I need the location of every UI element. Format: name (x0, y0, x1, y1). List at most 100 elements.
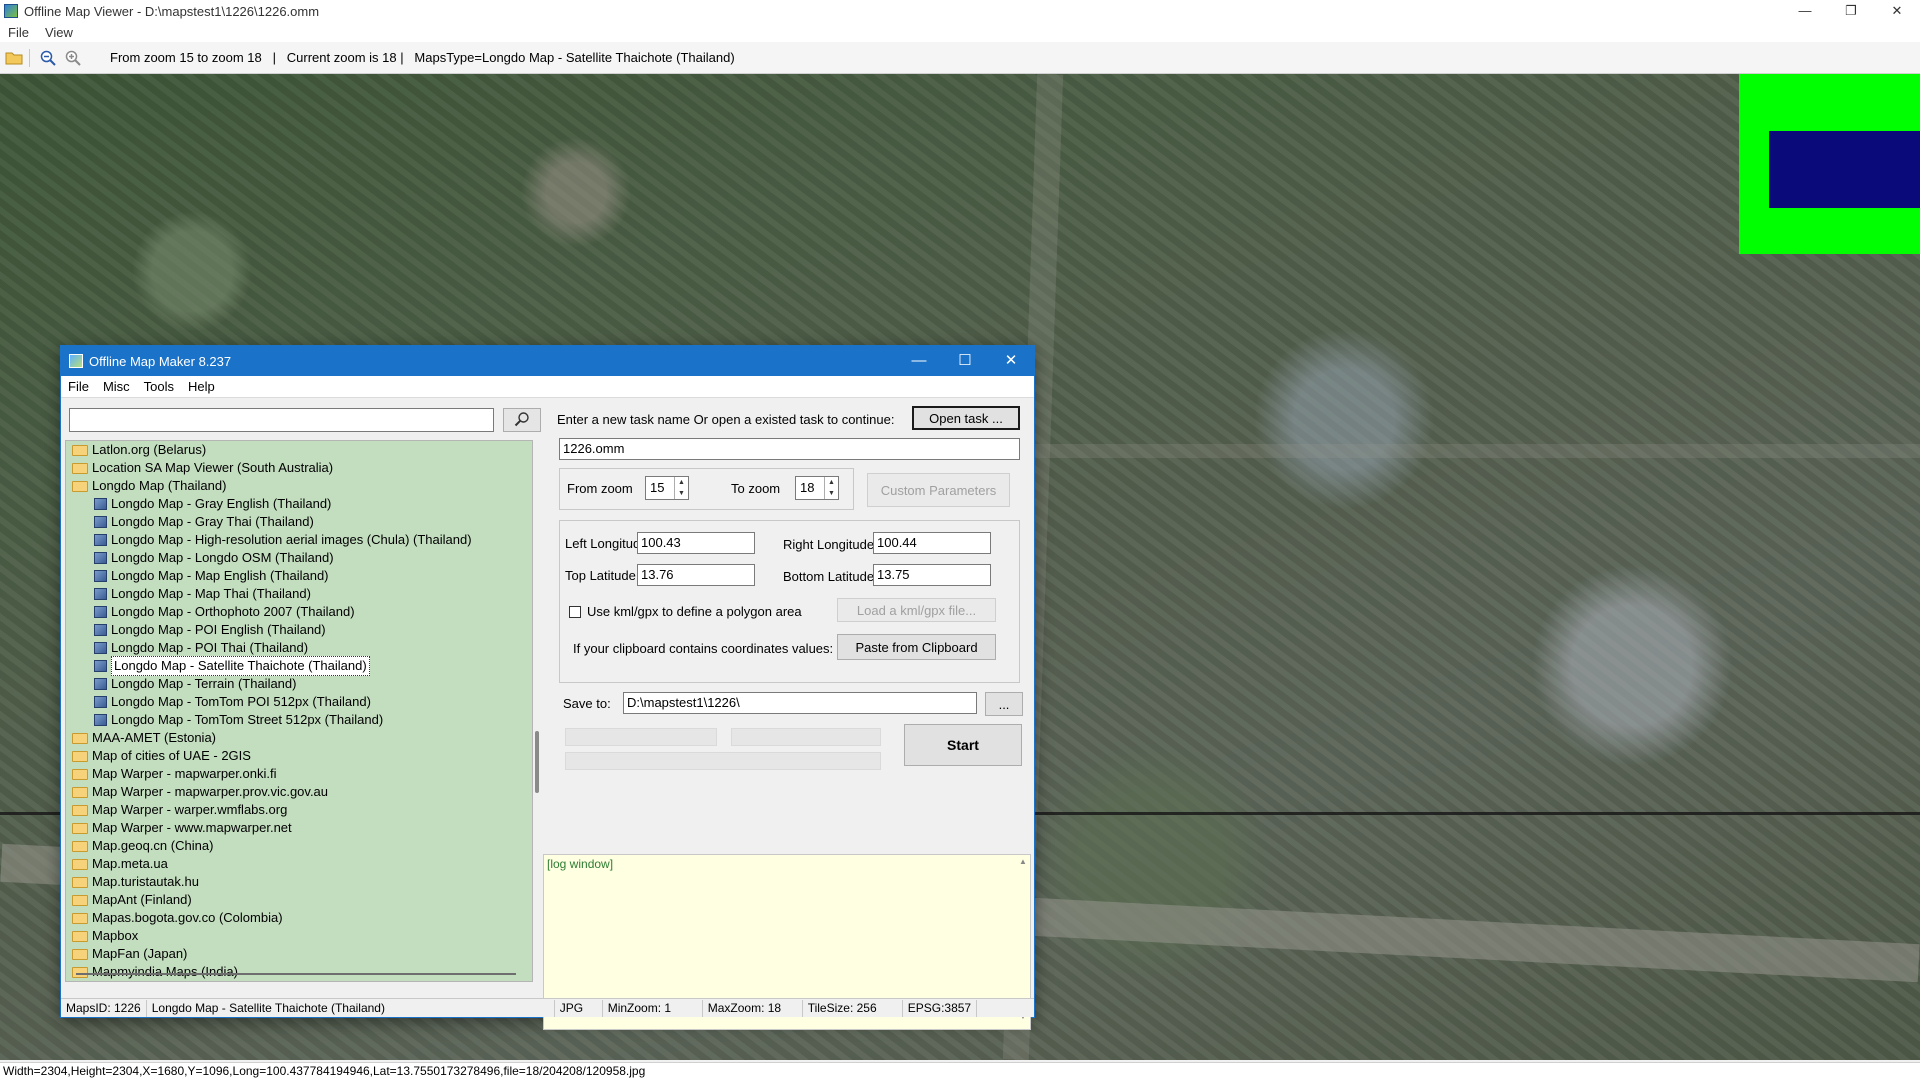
load-kml-button[interactable]: Load a kml/gpx file... (837, 598, 996, 622)
spinner-arrows-icon[interactable]: ▲ ▼ (824, 477, 838, 499)
tree-item-label: Map.geoq.cn (China) (92, 838, 214, 853)
tree-item[interactable]: Mapbox (66, 927, 532, 945)
folder-icon (72, 732, 88, 744)
right-longitude-input[interactable]: 100.44 (873, 532, 991, 554)
tree-item[interactable]: MAA-AMET (Estonia) (66, 729, 532, 747)
task-name-input[interactable]: 1226.omm (559, 438, 1020, 460)
open-task-button[interactable]: Open task ... (912, 406, 1020, 430)
tree-item-label: Mapas.bogota.gov.co (Colombia) (92, 910, 283, 925)
browse-button[interactable]: ... (985, 692, 1023, 716)
folder-open-icon (72, 480, 88, 492)
bottom-latitude-input[interactable]: 13.75 (873, 564, 991, 586)
progress-bar (565, 728, 717, 746)
use-kml-checkbox[interactable] (569, 606, 581, 618)
tree-item-label: Longdo Map - Map English (Thailand) (111, 568, 329, 583)
folder-icon (72, 444, 88, 456)
tree-item[interactable]: Mapas.bogota.gov.co (Colombia) (66, 909, 532, 927)
tree-item[interactable]: Map.meta.ua (66, 855, 532, 873)
restore-button[interactable]: ❐ (1828, 0, 1874, 22)
from-zoom-spinner[interactable]: 15 ▲ ▼ (645, 476, 689, 500)
tree-horizontal-scrollbar[interactable] (76, 973, 516, 975)
tree-item[interactable]: Map of cities of UAE - 2GIS (66, 747, 532, 765)
menu-tools[interactable]: Tools (137, 379, 181, 394)
status-epsg: EPSG:3857 (903, 999, 978, 1017)
dialog-menu-bar: File Misc Tools Help (61, 376, 1034, 398)
viewer-status-bar: Width=2304,Height=2304,X=1680,Y=1096,Lon… (0, 1062, 1920, 1080)
tree-item[interactable]: Longdo Map - Map Thai (Thailand) (66, 585, 532, 603)
tree-item[interactable]: Longdo Map - TomTom POI 512px (Thailand) (66, 693, 532, 711)
menu-help[interactable]: Help (181, 379, 222, 394)
save-path-input[interactable]: D:\mapstest1\1226\ (623, 692, 977, 714)
dialog-title-bar[interactable]: Offline Map Maker 8.237 — ☐ ✕ (61, 346, 1034, 376)
map-layer-icon (94, 624, 107, 636)
minimize-button[interactable]: — (1782, 0, 1828, 22)
search-button[interactable] (503, 408, 541, 432)
tree-item[interactable]: Location SA Map Viewer (South Australia) (66, 459, 532, 477)
tree-item[interactable]: Longdo Map - Gray Thai (Thailand) (66, 513, 532, 531)
search-icon (514, 411, 530, 430)
dialog-close-button[interactable]: ✕ (988, 346, 1034, 376)
map-layer-icon (94, 678, 107, 690)
paste-clipboard-button[interactable]: Paste from Clipboard (837, 634, 996, 660)
tree-item-label: Longdo Map - Gray English (Thailand) (111, 496, 332, 511)
folder-icon (72, 966, 88, 978)
to-zoom-spinner[interactable]: 18 ▲ ▼ (795, 476, 839, 500)
tree-item[interactable]: Longdo Map - Longdo OSM (Thailand) (66, 549, 532, 567)
menu-misc[interactable]: Misc (96, 379, 137, 394)
tree-scrollbar-thumb[interactable] (535, 731, 539, 793)
tree-item[interactable]: Longdo Map - Map English (Thailand) (66, 567, 532, 585)
tree-item[interactable]: Map Warper - mapwarper.onki.fi (66, 765, 532, 783)
tree-item[interactable]: Longdo Map - High-resolution aerial imag… (66, 531, 532, 549)
open-folder-icon[interactable] (3, 47, 25, 69)
map-layer-icon (94, 534, 107, 546)
dialog-title: Offline Map Maker 8.237 (89, 353, 232, 369)
tree-item[interactable]: Map Warper - mapwarper.prov.vic.gov.au (66, 783, 532, 801)
overview-viewport[interactable] (1769, 131, 1920, 208)
zoom-status-text: From zoom 15 to zoom 18 | Current zoom i… (110, 50, 735, 65)
map-layer-icon (94, 570, 107, 582)
menu-file[interactable]: File (61, 379, 96, 394)
folder-icon (72, 876, 88, 888)
tree-item[interactable]: Longdo Map - Terrain (Thailand) (66, 675, 532, 693)
tree-item[interactable]: MapFan (Japan) (66, 945, 532, 963)
tree-item-label: Longdo Map - High-resolution aerial imag… (111, 532, 472, 547)
tree-item-label: Location SA Map Viewer (South Australia) (92, 460, 334, 475)
custom-parameters-button[interactable]: Custom Parameters (867, 473, 1010, 507)
close-button[interactable]: ✕ (1874, 0, 1920, 22)
tree-item[interactable]: Latlon.org (Belarus) (66, 441, 532, 459)
spinner-arrows-icon[interactable]: ▲ ▼ (674, 477, 688, 499)
tree-item[interactable]: Longdo Map - TomTom Street 512px (Thaila… (66, 711, 532, 729)
maps-tree[interactable]: Latlon.org (Belarus) Location SA Map View… (65, 440, 533, 982)
tree-item[interactable]: Longdo Map - Gray English (Thailand) (66, 495, 532, 513)
dialog-minimize-button[interactable]: — (896, 346, 942, 376)
tree-item[interactable]: Longdo Map - POI English (Thailand) (66, 621, 532, 639)
dialog-maximize-button[interactable]: ☐ (942, 346, 988, 376)
menu-file[interactable]: File (0, 25, 37, 40)
tree-item[interactable]: Longdo Map - Orthophoto 2007 (Thailand) (66, 603, 532, 621)
tree-item[interactable]: MapAnt (Finland) (66, 891, 532, 909)
tree-item[interactable]: Longdo Map - POI Thai (Thailand) (66, 639, 532, 657)
zoom-in-icon[interactable] (62, 47, 84, 69)
tree-item-label: Map.meta.ua (92, 856, 168, 871)
top-latitude-input[interactable]: 13.76 (637, 564, 755, 586)
left-longitude-input[interactable]: 100.43 (637, 532, 755, 554)
tree-item[interactable]: Map Warper - warper.wmflabs.org (66, 801, 532, 819)
tree-item[interactable]: Longdo Map - Satellite Thaichote (Thaila… (66, 656, 532, 676)
tree-item[interactable]: Mapmyindia Maps (India) (66, 963, 532, 981)
tree-item[interactable]: Map Warper - www.mapwarper.net (66, 819, 532, 837)
start-button[interactable]: Start (904, 724, 1022, 766)
overview-minimap[interactable] (1739, 74, 1920, 254)
zoom-out-icon[interactable] (37, 47, 59, 69)
menu-view[interactable]: View (37, 25, 81, 40)
tree-item-label: Map Warper - mapwarper.prov.vic.gov.au (92, 784, 329, 799)
search-input[interactable] (69, 408, 494, 432)
tree-item-label: Longdo Map - Gray Thai (Thailand) (111, 514, 314, 529)
tree-item[interactable]: Longdo Map (Thailand) (66, 477, 532, 495)
tree-item-label: Longdo Map - POI English (Thailand) (111, 622, 326, 637)
app-icon (4, 4, 18, 18)
status-maps-id: MapsID: 1226 (61, 999, 147, 1017)
folder-icon (72, 462, 88, 474)
tree-item[interactable]: Map.geoq.cn (China) (66, 837, 532, 855)
tree-item[interactable]: Map.turistautak.hu (66, 873, 532, 891)
use-kml-label: Use kml/gpx to define a polygon area (587, 604, 802, 619)
